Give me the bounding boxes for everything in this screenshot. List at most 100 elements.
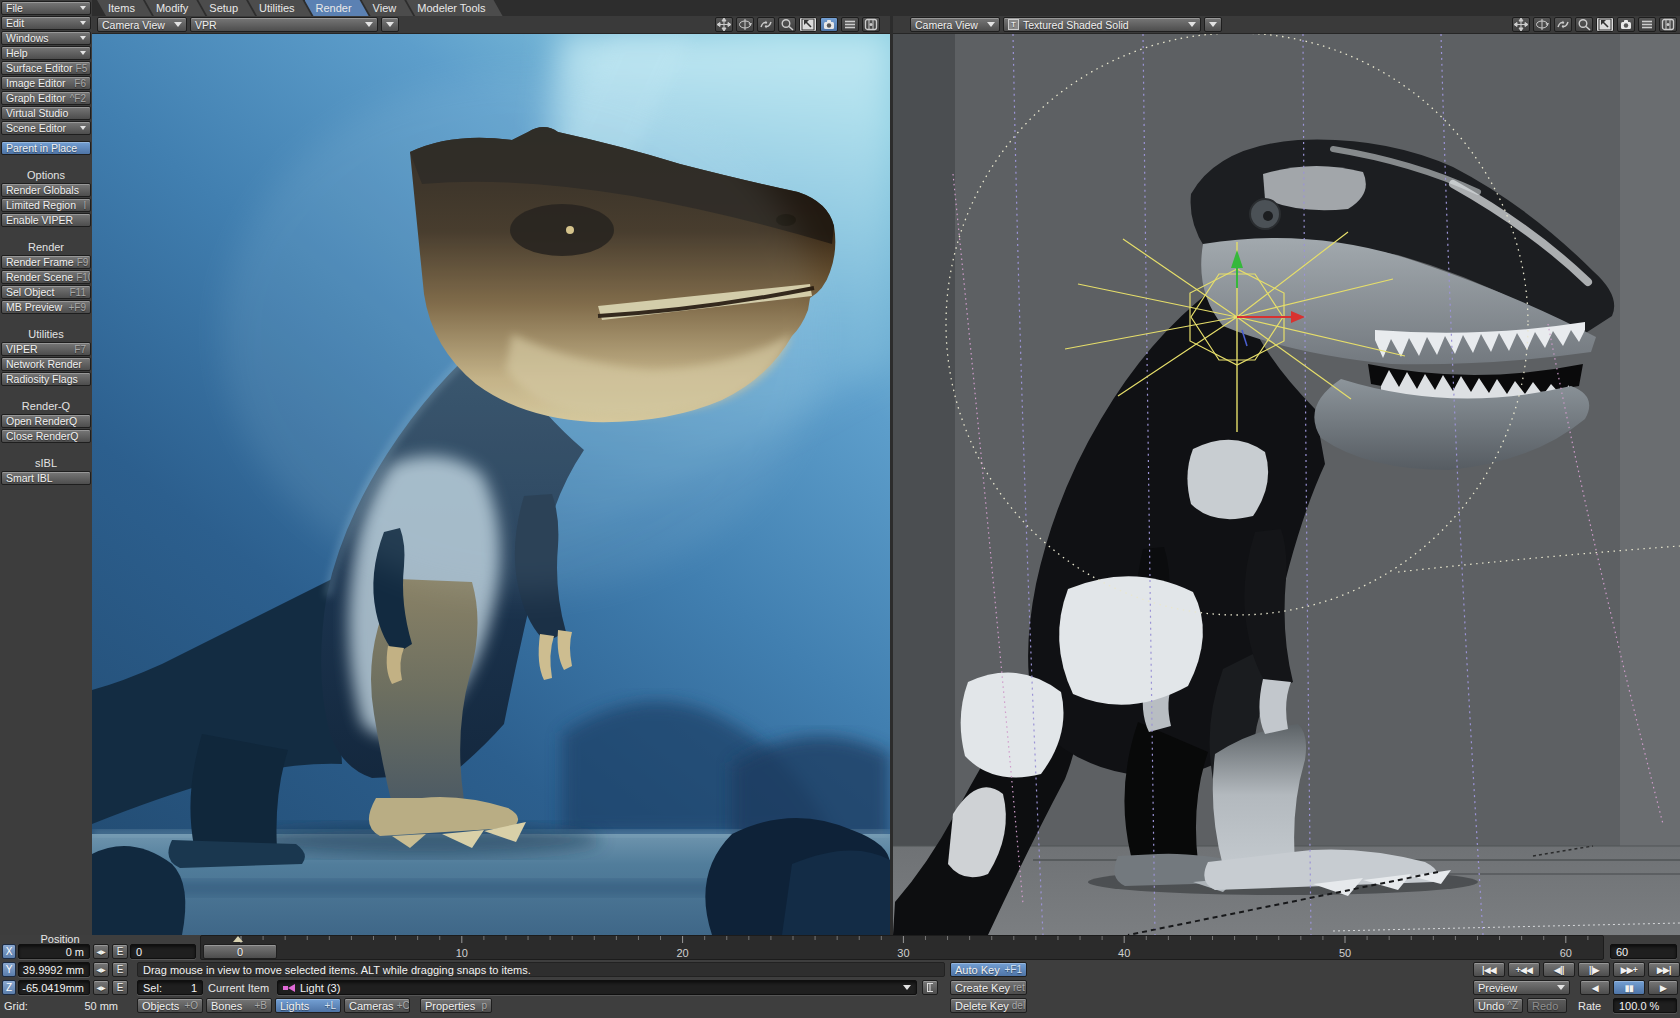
zoom-icon[interactable] xyxy=(1554,17,1572,32)
redo-button[interactable]: Redo xyxy=(1527,998,1567,1013)
vpr-preview-viewport[interactable] xyxy=(92,34,890,935)
sidebar-item-surface-editor[interactable]: Surface EditorF5 xyxy=(1,61,91,75)
chevron-down-icon xyxy=(1209,22,1217,27)
tab-utilities[interactable]: Utilities xyxy=(248,0,311,16)
menu-icon[interactable] xyxy=(841,17,859,32)
menu-help[interactable]: Help xyxy=(1,46,91,60)
current-frame-field[interactable]: 0 xyxy=(130,944,196,959)
nudge-x-button[interactable]: ◀▶ xyxy=(93,944,109,959)
undo-button[interactable]: Undo^Z xyxy=(1473,998,1523,1013)
sidebar-item-open-renderq[interactable]: Open RenderQ xyxy=(1,414,91,428)
rate-field[interactable]: 100.0 % xyxy=(1613,998,1677,1013)
left-viewport-menu-dropdown[interactable] xyxy=(381,17,399,32)
maximize-icon[interactable] xyxy=(1596,17,1614,32)
sidebar-item-render-globals[interactable]: Render Globals xyxy=(1,183,91,197)
envelope-x-button[interactable]: E xyxy=(112,944,128,959)
sidebar-item-image-editor[interactable]: Image EditorF6 xyxy=(1,76,91,90)
shortcut-key: F10 xyxy=(73,272,91,283)
step-back-button[interactable]: ◀|| xyxy=(1543,962,1575,977)
filter-cameras-button[interactable]: Cameras+C xyxy=(344,998,410,1013)
sidebar-item-sel-object[interactable]: Sel ObjectF11 xyxy=(1,285,91,299)
keyframe-icon[interactable] xyxy=(862,17,880,32)
tab-view[interactable]: View xyxy=(362,0,414,16)
tab-setup[interactable]: Setup xyxy=(198,0,255,16)
magnify-icon[interactable] xyxy=(1575,17,1593,32)
auto-key-button[interactable]: Auto Key+F1 xyxy=(950,962,1027,977)
timeline-knob[interactable]: 0 xyxy=(203,944,277,959)
prev-key-button[interactable]: +◀◀ xyxy=(1508,962,1540,977)
menu-icon[interactable] xyxy=(1638,17,1656,32)
opengl-scene-viewport[interactable] xyxy=(893,34,1680,935)
right-render-mode-dropdown[interactable]: TTextured Shaded Solid xyxy=(1003,17,1201,32)
tab-modeler-tools[interactable]: Modeler Tools xyxy=(406,0,502,16)
sidebar-item-mb-preview[interactable]: MB Preview+F9 xyxy=(1,300,91,314)
timeline-ruler[interactable]: 102030405060 xyxy=(200,935,1604,960)
sidebar-item-render-frame[interactable]: Render FrameF9 xyxy=(1,255,91,269)
sidebar-item-virtual-studio[interactable]: Virtual Studio xyxy=(1,106,91,120)
position-x-value[interactable]: 0 m xyxy=(18,944,90,959)
position-y-value[interactable]: 39.9992 mm xyxy=(18,962,90,977)
filter-bones-button[interactable]: Bones+B xyxy=(206,998,272,1013)
chevron-down-icon xyxy=(903,985,911,990)
keyframe-icon[interactable] xyxy=(1659,17,1677,32)
envelope-y-button[interactable]: E xyxy=(112,962,128,977)
nudge-z-button[interactable]: ◀▶ xyxy=(93,980,109,995)
ruler-frame-20: 20 xyxy=(676,947,688,959)
tab-items[interactable]: Items xyxy=(97,0,152,16)
button-label: Close RenderQ xyxy=(6,430,78,442)
rotate-icon[interactable] xyxy=(736,17,754,32)
rotate-icon[interactable] xyxy=(1533,17,1551,32)
maximize-icon[interactable] xyxy=(799,17,817,32)
selection-count-field[interactable]: Sel:1 xyxy=(137,980,203,995)
create-key-button[interactable]: Create Keyret xyxy=(950,980,1027,995)
go-start-button[interactable]: |◀◀ xyxy=(1473,962,1505,977)
axis-x-box[interactable]: X xyxy=(2,944,16,959)
tab-modify[interactable]: Modify xyxy=(145,0,205,16)
sidebar-item-limited-region[interactable]: Limited Regionl xyxy=(1,198,91,212)
move-icon[interactable] xyxy=(715,17,733,32)
menu-edit[interactable]: Edit xyxy=(1,16,91,30)
pause-button[interactable]: ▮▮ xyxy=(1613,980,1645,995)
sidebar-item-network-render[interactable]: Network Render xyxy=(1,357,91,371)
axis-z-box[interactable]: Z xyxy=(2,980,16,995)
sidebar-item-radiosity-flags[interactable]: Radiosity Flags xyxy=(1,372,91,386)
filter-properties-button[interactable]: Propertiesp xyxy=(420,998,492,1013)
sidebar-item-render-scene[interactable]: Render SceneF10 xyxy=(1,270,91,284)
sidebar-item-close-renderq[interactable]: Close RenderQ xyxy=(1,429,91,443)
delete-key-button[interactable]: Delete Keydel xyxy=(950,998,1027,1013)
axis-y-box[interactable]: Y xyxy=(2,962,16,977)
sidebar-item-parent-in-place[interactable]: Parent in Place xyxy=(1,141,91,155)
tab-render[interactable]: Render xyxy=(305,0,369,16)
sidebar-item-smart-ibl[interactable]: Smart IBL xyxy=(1,471,91,485)
preview-dropdown[interactable]: Preview xyxy=(1473,980,1570,995)
right-viewport-menu-dropdown[interactable] xyxy=(1204,17,1222,32)
end-frame-field[interactable]: 60 xyxy=(1610,944,1677,959)
shortcut-key: F9 xyxy=(74,257,89,268)
camera-icon[interactable] xyxy=(820,17,838,32)
play-backward-button[interactable]: ◀ xyxy=(1580,980,1610,995)
filter-objects-button[interactable]: Objects+O xyxy=(137,998,203,1013)
sidebar-item-viper[interactable]: VIPERF7 xyxy=(1,342,91,356)
menu-file[interactable]: File xyxy=(1,1,91,15)
envelope-z-button[interactable]: E xyxy=(112,980,128,995)
next-key-button[interactable]: ▶▶+ xyxy=(1613,962,1645,977)
left-render-mode-dropdown[interactable]: VPR xyxy=(190,17,378,32)
menu-windows[interactable]: Windows xyxy=(1,31,91,45)
right-view-type-dropdown[interactable]: Camera View xyxy=(910,17,1000,32)
zoom-icon[interactable] xyxy=(757,17,775,32)
sidebar-item-scene-editor[interactable]: Scene Editor xyxy=(1,121,91,135)
position-z-value[interactable]: -65.0419mm xyxy=(18,980,90,995)
current-item-dropdown[interactable]: Light (3) xyxy=(277,980,917,995)
play-forward-button[interactable]: ▶ xyxy=(1648,980,1678,995)
step-forward-button[interactable]: ||▶ xyxy=(1578,962,1610,977)
nudge-y-button[interactable]: ◀▶ xyxy=(93,962,109,977)
sidebar-item-enable-viper[interactable]: Enable VIPER xyxy=(1,213,91,227)
magnify-icon[interactable] xyxy=(778,17,796,32)
item-list-button[interactable] xyxy=(922,980,938,995)
left-view-type-dropdown[interactable]: Camera View xyxy=(97,17,187,32)
go-end-button[interactable]: ▶▶| xyxy=(1648,962,1680,977)
camera-icon[interactable] xyxy=(1617,17,1635,32)
move-icon[interactable] xyxy=(1512,17,1530,32)
filter-lights-button[interactable]: Lights+L xyxy=(275,998,341,1013)
sidebar-item-graph-editor[interactable]: Graph Editor^F2 xyxy=(1,91,91,105)
